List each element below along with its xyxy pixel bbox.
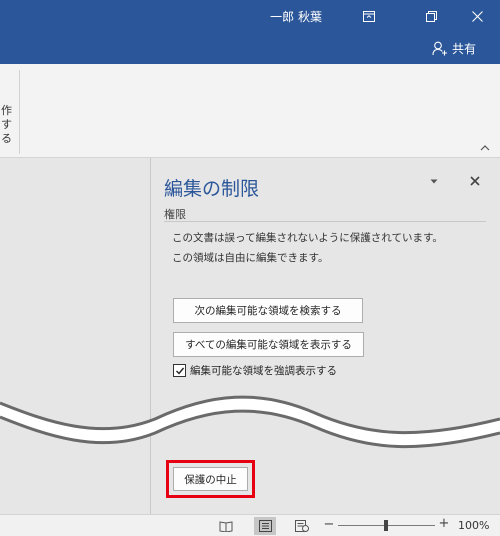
pane-options-button[interactable] [428,175,440,187]
protection-info-text: この文書は誤って編集されないように保護されています。 [172,232,443,244]
status-bar: − + 100% [0,514,500,536]
read-mode-button[interactable] [215,517,237,535]
caret-down-icon [430,179,438,184]
highlight-regions-checkbox[interactable] [173,364,186,377]
section-divider [164,221,486,222]
collapse-ribbon-button[interactable] [478,142,492,154]
restore-icon [425,10,437,22]
ribbon: 作する [0,64,500,158]
close-icon [470,176,480,186]
ribbon-display-options-button[interactable] [346,0,392,32]
user-name[interactable]: 一郎 秋葉 [270,8,322,25]
share-label: 共有 [451,42,476,56]
ribbon-display-icon [363,10,375,22]
highlight-regions-label: 編集可能な領域を強調表示する [190,365,337,377]
person-add-icon [432,41,447,56]
title-bar: 一郎 秋葉 [0,0,500,32]
chevron-up-icon [480,145,490,151]
print-layout-icon [258,520,272,532]
share-button[interactable]: 共有 [432,40,476,57]
web-layout-button[interactable] [291,517,313,535]
print-layout-button[interactable] [254,517,276,535]
checkmark-icon [175,367,184,375]
show-all-regions-button[interactable]: すべての編集可能な領域を表示する [173,332,364,357]
wave-cut-divider [0,395,500,449]
book-icon [219,521,233,532]
ribbon-tab-band: 共有 [0,32,500,64]
pane-title: 編集の制限 [164,178,260,200]
web-layout-icon [295,520,309,532]
stop-protection-button[interactable]: 保護の中止 [173,467,248,491]
pane-close-button[interactable] [468,174,482,188]
permissions-section-label: 権限 [164,208,186,221]
document-area[interactable] [0,158,150,514]
ribbon-group-divider [19,70,20,154]
editable-region-info-text: この領域は自由に編集できます。 [172,252,329,264]
find-next-region-button[interactable]: 次の編集可能な領域を検索する [173,298,363,323]
restore-button[interactable] [408,0,454,32]
zoom-slider-thumb[interactable] [384,520,388,531]
close-icon [471,10,483,22]
ribbon-partial-command-label[interactable]: 作する [0,104,12,146]
zoom-level[interactable]: 100% [458,519,489,532]
zoom-in-button[interactable]: + [438,516,450,531]
zoom-out-button[interactable]: − [323,517,335,532]
highlight-regions-option[interactable]: 編集可能な領域を強調表示する [173,363,337,378]
close-window-button[interactable] [454,0,500,32]
